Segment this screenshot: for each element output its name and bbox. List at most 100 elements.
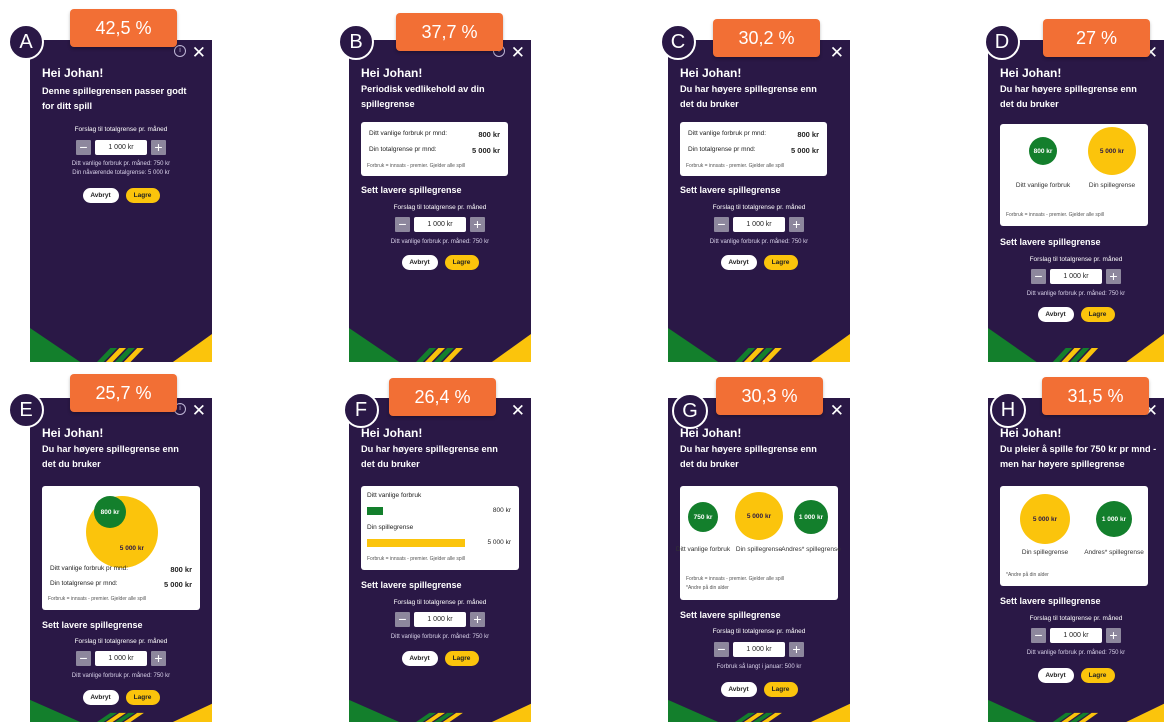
usage-circle: 750 kr [688, 502, 718, 532]
limit-input[interactable]: 1 000 kr [414, 217, 466, 232]
percent-badge: 42,5 % [70, 9, 177, 47]
percent-badge: 30,2 % [713, 19, 820, 57]
usage-hint: Ditt vanlige forbruk pr. måned: 750 kr [390, 239, 490, 245]
info-icon[interactable]: i [174, 45, 186, 57]
close-icon[interactable]: ✕ [192, 402, 206, 419]
cancel-button[interactable]: Avbryt [720, 255, 757, 270]
screen: ✕ Hei Johan! Du pleier å spille for 750 … [988, 398, 1164, 722]
usage-circle-label: Ditt vanlige forbruk [1015, 182, 1071, 189]
action-buttons: Avbryt Lagre [30, 188, 212, 203]
percent-badge: 26,4 % [389, 378, 496, 416]
quantity-stepper: − 1 000 kr + [349, 612, 531, 627]
others-circle-label: Andres* spillegrense [781, 546, 841, 553]
footnote-age: *Andre på din alder [686, 585, 729, 591]
save-button[interactable]: Lagre [125, 188, 160, 203]
save-button[interactable]: Lagre [763, 682, 798, 697]
save-button[interactable]: Lagre [763, 255, 798, 270]
minus-button[interactable]: − [76, 651, 91, 666]
close-icon[interactable]: ✕ [511, 44, 525, 61]
limit-bar-label: Din spillegrense [367, 524, 414, 531]
variant-letter: F [343, 392, 379, 428]
save-button[interactable]: Lagre [1080, 668, 1115, 683]
suggest-label: Forslag til totalgrense pr. måned [712, 628, 806, 635]
variant-letter: G [672, 393, 708, 429]
percent-badge: 27 % [1043, 19, 1150, 57]
close-icon[interactable]: ✕ [830, 44, 844, 61]
limit-input[interactable]: 1 000 kr [1050, 269, 1102, 284]
limit-input[interactable]: 1 000 kr [95, 651, 147, 666]
cancel-button[interactable]: Avbryt [401, 255, 438, 270]
plus-button[interactable]: + [1106, 269, 1121, 284]
usage-value: 800 kr [170, 565, 192, 574]
save-button[interactable]: Lagre [1080, 307, 1115, 322]
usage-value: 800 kr [797, 130, 819, 139]
screen: ✕ Hei Johan! Du har høyere spillegrense … [668, 40, 850, 362]
minus-button[interactable]: − [1031, 628, 1046, 643]
minus-button[interactable]: − [714, 642, 729, 657]
summary-card: 5 000 kr 800 kr Ditt vanlige forbruk pr … [42, 486, 200, 610]
section-title: Sett lavere spillegrense [361, 185, 462, 195]
limit-input[interactable]: 1 000 kr [733, 642, 785, 657]
headline: Periodisk vedlikehold av din spillegrens… [361, 84, 485, 109]
limit-input[interactable]: 1 000 kr [1050, 628, 1102, 643]
close-icon[interactable]: ✕ [192, 44, 206, 61]
others-circle-label: Andres* spillegrense [1084, 549, 1144, 556]
limit-circle: 5 000 kr [1020, 494, 1070, 544]
minus-button[interactable]: − [395, 217, 410, 232]
cancel-button[interactable]: Avbryt [1037, 668, 1074, 683]
headline: Du har høyere spillegrense enn det du br… [361, 444, 498, 469]
plus-button[interactable]: + [151, 140, 166, 155]
quantity-stepper: − 1 000 kr + [349, 217, 531, 232]
plus-button[interactable]: + [470, 217, 485, 232]
plus-button[interactable]: + [1106, 628, 1121, 643]
plus-button[interactable]: + [470, 612, 485, 627]
screen: ✕ Hei Johan! Du har høyere spillegrense … [349, 398, 531, 722]
usage-bar-value: 800 kr [492, 507, 511, 514]
variant-letter: A [8, 24, 44, 60]
summary-card: 750 kr 5 000 kr 1 000 kr Ditt vanlige fo… [676, 486, 841, 600]
minus-button[interactable]: − [1031, 269, 1046, 284]
usage-label: Ditt vanlige forbruk pr mnd: [50, 565, 129, 572]
greeting: Hei Johan! [361, 426, 423, 440]
save-button[interactable]: Lagre [444, 651, 479, 666]
usage-circle-label: Ditt vanlige forbruk [675, 546, 731, 553]
minus-button[interactable]: − [76, 140, 91, 155]
headline: Du har høyere spillegrense enn det du br… [1000, 84, 1137, 109]
close-icon[interactable]: ✕ [830, 402, 844, 419]
suggest-label: Forslag til totalgrense pr. måned [1029, 256, 1123, 263]
limit-input[interactable]: 1 000 kr [733, 217, 785, 232]
limit-bar-value: 5 000 kr [487, 539, 512, 546]
plus-button[interactable]: + [789, 217, 804, 232]
decorative-stripes [988, 328, 1164, 362]
variant-letter: D [984, 24, 1020, 60]
minus-button[interactable]: − [395, 612, 410, 627]
save-button[interactable]: Lagre [444, 255, 479, 270]
close-icon[interactable]: ✕ [511, 402, 525, 419]
plus-button[interactable]: + [151, 651, 166, 666]
section-title: Sett lavere spillegrense [1000, 237, 1101, 247]
greeting: Hei Johan! [42, 66, 104, 80]
limit-input[interactable]: 1 000 kr [414, 612, 466, 627]
usage-hint: Ditt vanlige forbruk pr. måned: 750 kr [709, 239, 809, 245]
section-title: Sett lavere spillegrense [361, 580, 462, 590]
cancel-button[interactable]: Avbryt [401, 651, 438, 666]
greeting: Hei Johan! [1000, 426, 1062, 440]
screen: i ✕ Hei Johan! Du har høyere spillegrens… [30, 398, 212, 722]
summary-card: 5 000 kr 1 000 kr Din spillegrense Andre… [1000, 486, 1148, 586]
usage-bar-label: Ditt vanlige forbruk [367, 492, 422, 499]
plus-button[interactable]: + [789, 642, 804, 657]
action-buttons: Avbryt Lagre [988, 307, 1164, 322]
cancel-button[interactable]: Avbryt [82, 188, 119, 203]
footnote: Forbruk = innsats - premier. Gjelder all… [686, 163, 784, 169]
cancel-button[interactable]: Avbryt [1037, 307, 1074, 322]
decorative-stripes [349, 328, 531, 362]
suggest-label: Forslag til totalgrense pr. måned [712, 204, 806, 211]
cancel-button[interactable]: Avbryt [720, 682, 757, 697]
section-title: Sett lavere spillegrense [680, 185, 781, 195]
percent-badge: 25,7 % [70, 374, 177, 412]
screen: i ✕ Hei Johan! Denne spillegrensen passe… [30, 40, 212, 362]
limit-input[interactable]: 1 000 kr [95, 140, 147, 155]
percent-badge: 37,7 % [396, 13, 503, 51]
minus-button[interactable]: − [714, 217, 729, 232]
summary-card: Ditt vanlige forbruk pr mnd: 800 kr Din t… [680, 122, 827, 176]
